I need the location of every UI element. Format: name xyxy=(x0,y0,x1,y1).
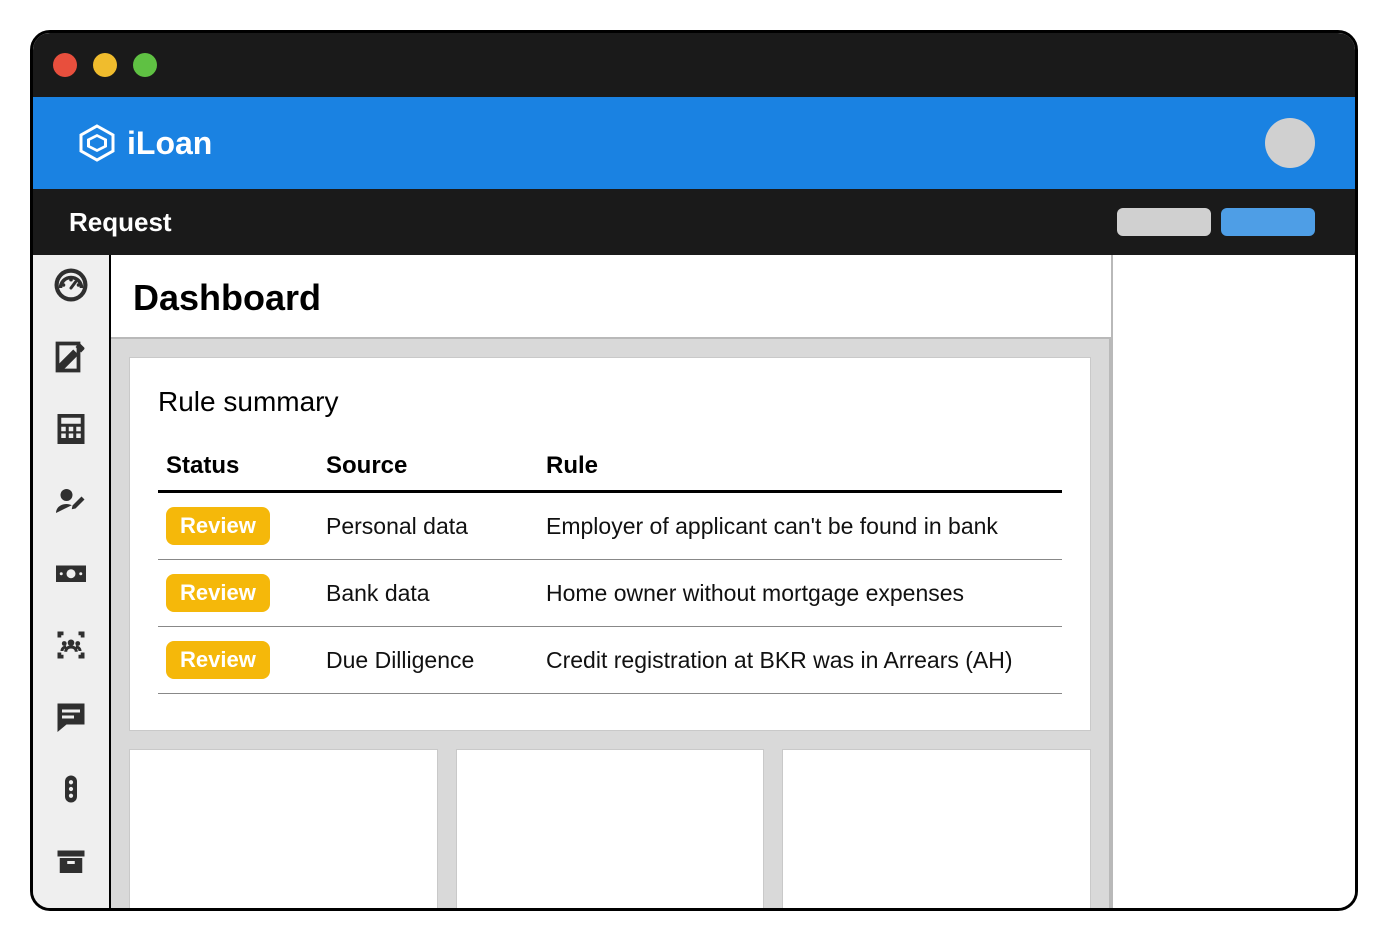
page-title: Dashboard xyxy=(111,255,1111,337)
subbar-button-primary[interactable] xyxy=(1221,208,1315,236)
content-gray-zone: Rule summary Status Source Rule xyxy=(111,337,1111,911)
brand-name: iLoan xyxy=(127,125,212,162)
sidebar xyxy=(33,255,111,908)
window-minimize-button[interactable] xyxy=(93,53,117,77)
rule-summary-card: Rule summary Status Source Rule xyxy=(129,357,1091,731)
group-scan-icon[interactable] xyxy=(51,625,91,665)
source-cell: Bank data xyxy=(318,560,538,627)
subbar-actions xyxy=(1117,208,1315,236)
rule-cell: Employer of applicant can't be found in … xyxy=(538,492,1062,560)
more-icon[interactable] xyxy=(51,769,91,809)
rule-summary-table: Status Source Rule Review Personal data … xyxy=(158,444,1062,694)
col-header-source: Source xyxy=(318,444,538,492)
brand-area[interactable]: iLoan xyxy=(77,123,212,163)
rule-summary-title: Rule summary xyxy=(158,386,1062,418)
window-close-button[interactable] xyxy=(53,53,77,77)
status-badge: Review xyxy=(166,574,270,612)
edit-icon[interactable] xyxy=(51,337,91,377)
money-icon[interactable] xyxy=(51,553,91,593)
breadcrumb-title: Request xyxy=(69,207,172,238)
source-cell: Personal data xyxy=(318,492,538,560)
right-panel xyxy=(1111,255,1355,908)
brand-logo-icon xyxy=(77,123,117,163)
col-header-rule: Rule xyxy=(538,444,1062,492)
user-edit-icon[interactable] xyxy=(51,481,91,521)
sub-bar: Request xyxy=(33,189,1355,255)
table-row[interactable]: Review Bank data Home owner without mort… xyxy=(158,560,1062,627)
table-row[interactable]: Review Due Dilligence Credit registratio… xyxy=(158,627,1062,694)
archive-icon[interactable] xyxy=(51,841,91,881)
user-avatar[interactable] xyxy=(1265,118,1315,168)
rule-cell: Home owner without mortgage expenses xyxy=(538,560,1062,627)
app-window: iLoan Request xyxy=(30,30,1358,911)
mini-card[interactable] xyxy=(456,749,765,909)
window-titlebar xyxy=(33,33,1355,97)
window-maximize-button[interactable] xyxy=(133,53,157,77)
mini-card[interactable] xyxy=(782,749,1091,909)
calculator-icon[interactable] xyxy=(51,409,91,449)
chat-icon[interactable] xyxy=(51,697,91,737)
col-header-status: Status xyxy=(158,444,318,492)
table-row[interactable]: Review Personal data Employer of applica… xyxy=(158,492,1062,560)
status-badge: Review xyxy=(166,507,270,545)
status-badge: Review xyxy=(166,641,270,679)
content-area: Dashboard Rule summary Status Source Rul… xyxy=(33,255,1355,908)
mini-cards-row xyxy=(129,749,1091,909)
brand-bar: iLoan xyxy=(33,97,1355,189)
mini-card[interactable] xyxy=(129,749,438,909)
rule-cell: Credit registration at BKR was in Arrear… xyxy=(538,627,1062,694)
main-panel: Dashboard Rule summary Status Source Rul… xyxy=(111,255,1355,908)
subbar-button-secondary[interactable] xyxy=(1117,208,1211,236)
source-cell: Due Dilligence xyxy=(318,627,538,694)
dashboard-icon[interactable] xyxy=(51,265,91,305)
